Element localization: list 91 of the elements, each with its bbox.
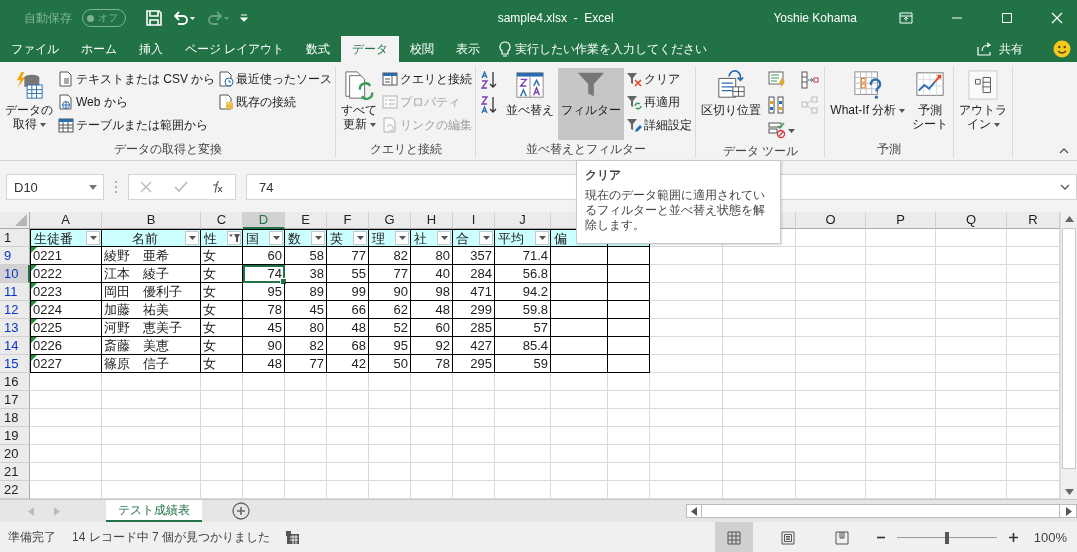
table-cell: 48 bbox=[243, 355, 285, 373]
table-cell: 71.4 bbox=[495, 247, 551, 265]
table-cell: 女 bbox=[201, 247, 243, 265]
table-cell: 江本 綾子 bbox=[102, 265, 201, 283]
table-cell: 42 bbox=[327, 355, 369, 373]
group-label: 予測 bbox=[876, 141, 903, 158]
table-cell: 59.8 bbox=[495, 301, 551, 319]
table-cell: 女 bbox=[201, 265, 243, 283]
table-cell: 55 bbox=[327, 265, 369, 283]
table-cell: 38 bbox=[285, 265, 327, 283]
tooltip-title: クリア bbox=[585, 168, 622, 183]
table-cell: 45 bbox=[285, 301, 327, 319]
table-header-cell: 英 bbox=[327, 229, 369, 247]
table-cell: 綾野 亜希 bbox=[102, 247, 201, 265]
table-cell: 河野 恵美子 bbox=[102, 319, 201, 337]
table-cell: 82 bbox=[369, 247, 411, 265]
table-cell: 62 bbox=[369, 301, 411, 319]
table-cell: 94.2 bbox=[495, 283, 551, 301]
table-cell: 0223 bbox=[30, 283, 102, 301]
table-cell: 60 bbox=[243, 247, 285, 265]
table-cell: 357 bbox=[453, 247, 495, 265]
table-cell: 56.8 bbox=[495, 265, 551, 283]
table-cell: 加藤 祐美 bbox=[102, 301, 201, 319]
group-label: データの取得と変換 bbox=[112, 141, 223, 158]
table-cell: 篠原 信子 bbox=[102, 355, 201, 373]
table-cell: 40 bbox=[411, 265, 453, 283]
table-cell: 82 bbox=[285, 337, 327, 355]
table-cell: 89 bbox=[285, 283, 327, 301]
table-cell: 77 bbox=[285, 355, 327, 373]
table-cell: 78 bbox=[411, 355, 453, 373]
table-cell: 0224 bbox=[30, 301, 102, 319]
table-cell: 女 bbox=[201, 319, 243, 337]
table-cell: 80 bbox=[411, 247, 453, 265]
table-cell: 58 bbox=[285, 247, 327, 265]
table-cell: 98 bbox=[411, 283, 453, 301]
table-header-cell: 合 bbox=[453, 229, 495, 247]
table-header-cell: 国 bbox=[243, 229, 285, 247]
table-cell: 92 bbox=[411, 337, 453, 355]
table-cell: 77 bbox=[327, 247, 369, 265]
table-cell: 女 bbox=[201, 355, 243, 373]
table-cell: 78 bbox=[243, 301, 285, 319]
table-cell: 90 bbox=[369, 283, 411, 301]
table-cell: 295 bbox=[453, 355, 495, 373]
table-cell: 0225 bbox=[30, 319, 102, 337]
table-header-cell: 数 bbox=[285, 229, 327, 247]
table-cell: 48 bbox=[327, 319, 369, 337]
table-cell: 95 bbox=[243, 283, 285, 301]
table-header-cell: 平均 bbox=[495, 229, 551, 247]
table-cell: 471 bbox=[453, 283, 495, 301]
window-title: sample4.xlsx - Excel bbox=[497, 11, 614, 25]
table-cell: 0221 bbox=[30, 247, 102, 265]
table-cell: 59 bbox=[495, 355, 551, 373]
table-cell: 285 bbox=[453, 319, 495, 337]
table-header-cell: 生徒番 bbox=[30, 229, 102, 247]
table-cell: 0226 bbox=[30, 337, 102, 355]
table-cell: 0222 bbox=[30, 265, 102, 283]
table-cell: 50 bbox=[369, 355, 411, 373]
user-name: Yoshie Kohama bbox=[773, 11, 857, 25]
table-cell: 66 bbox=[327, 301, 369, 319]
table-cell: 45 bbox=[243, 319, 285, 337]
table-cell: 299 bbox=[453, 301, 495, 319]
table-cell: 95 bbox=[369, 337, 411, 355]
table-cell: 60 bbox=[411, 319, 453, 337]
table-cell: 48 bbox=[411, 301, 453, 319]
table-cell: 85.4 bbox=[495, 337, 551, 355]
group-label: 並べ替えとフィルター bbox=[524, 141, 647, 158]
group-label: クエリと接続 bbox=[368, 141, 443, 158]
table-cell: 74 bbox=[243, 265, 285, 283]
table-cell: 岡田 優利子 bbox=[102, 283, 201, 301]
group-label: データ ツール bbox=[721, 143, 799, 160]
table-cell: 0227 bbox=[30, 355, 102, 373]
table-header-cell: 性 bbox=[201, 229, 243, 247]
table-cell: 57 bbox=[495, 319, 551, 337]
autosave-label: 自動保存 bbox=[24, 9, 72, 27]
table-cell: 77 bbox=[369, 265, 411, 283]
status-text: 準備完了 bbox=[8, 529, 56, 546]
table-cell: 90 bbox=[243, 337, 285, 355]
status-message: 14 レコード中 7 個が見つかりました bbox=[72, 529, 271, 546]
table-cell: 68 bbox=[327, 337, 369, 355]
table-cell: 斎藤 美恵 bbox=[102, 337, 201, 355]
table-header-cell: 社 bbox=[411, 229, 453, 247]
table-header-cell: 名前 bbox=[102, 229, 201, 247]
table-cell: 52 bbox=[369, 319, 411, 337]
table-cell: 女 bbox=[201, 283, 243, 301]
table-cell: 80 bbox=[285, 319, 327, 337]
table-cell: 427 bbox=[453, 337, 495, 355]
table-cell: 99 bbox=[327, 283, 369, 301]
table-cell: 女 bbox=[201, 301, 243, 319]
table-cell: 284 bbox=[453, 265, 495, 283]
table-header-cell: 理 bbox=[369, 229, 411, 247]
table-cell: 女 bbox=[201, 337, 243, 355]
